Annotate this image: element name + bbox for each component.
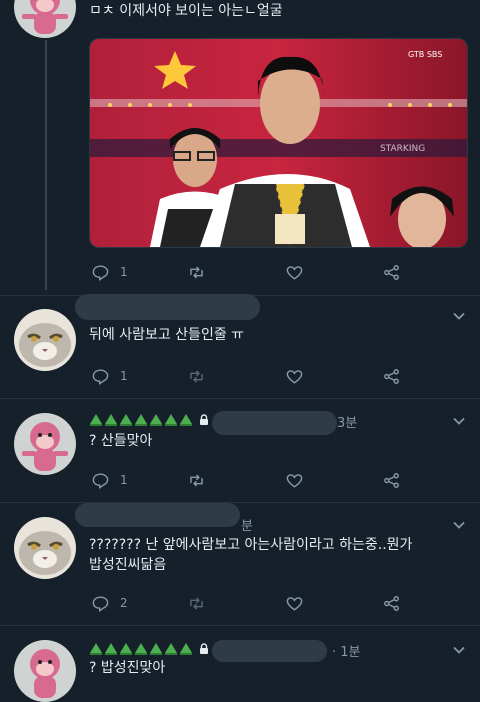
redacted-handle [212,640,327,662]
avatar-cat[interactable] [14,517,76,579]
green-tree-emoji-icon [165,414,177,426]
green-tree-emoji-icon [180,414,192,426]
like-icon [286,265,303,280]
tweet-time[interactable]: · 1분 [332,641,361,660]
media-logo-text: GTB SBS [408,50,442,59]
lock-icon [200,414,208,425]
tweet-text-line1: ??????? 난 앞에사람보고 아는사람이라고 하는중..뭔가 [89,537,413,553]
tweet-actions: 2 [89,593,419,613]
retweet-button[interactable] [187,262,206,282]
tweet-actions: 1 [89,262,419,282]
green-tree-emoji-icon [135,414,147,426]
share-icon [384,595,399,611]
green-tree-emoji-icon [120,414,132,426]
retweet-button[interactable] [187,470,206,490]
green-tree-emoji-icon [180,643,192,655]
like-button[interactable] [285,366,304,386]
like-button[interactable] [285,593,304,613]
green-tree-emoji-icon [120,643,132,655]
thread-line [45,40,47,290]
share-button[interactable] [382,262,401,282]
like-icon [286,473,303,488]
tweet-text-line2: 밥성진씨닮음 [89,557,167,573]
green-tree-emoji-icon [150,643,162,655]
reply-button[interactable]: 2 [91,593,128,613]
green-tree-emoji-icon [105,643,117,655]
retweet-icon [190,596,203,610]
redacted-handle [212,411,337,435]
tweet-actions: 1 [89,470,419,490]
reply-button[interactable]: 1 [91,262,128,282]
lock-icon [200,643,208,654]
share-icon [384,472,399,488]
reply-count: 1 [120,369,128,383]
retweet-icon [190,369,203,383]
reply-count: 1 [120,265,128,279]
green-tree-emoji-icon [90,643,102,655]
like-button[interactable] [285,262,304,282]
reply-count: 2 [120,596,128,610]
reply-icon [92,264,109,281]
like-icon [286,596,303,611]
tweet-header [89,640,212,658]
tweet-time[interactable]: 3분 [337,412,357,431]
tweet-text: ? 밥성진맞아 [89,660,166,676]
redacted-username [75,503,240,527]
chevron-down-icon[interactable] [452,414,466,428]
chevron-down-icon[interactable] [452,518,466,532]
avatar-monkey[interactable] [14,0,76,38]
retweet-icon [190,265,203,279]
tweet-text: ㅁㅊ 이제서야 보이는 아는ㄴ얼굴 [89,3,283,19]
like-button[interactable] [285,470,304,490]
green-tree-emoji-icon [165,643,177,655]
share-button[interactable] [382,593,401,613]
green-tree-emoji-icon [90,414,102,426]
tweet-divider [0,502,480,503]
avatar-cat[interactable] [14,309,76,371]
avatar-monkey[interactable] [14,640,76,702]
share-icon [384,264,399,280]
reply-icon [92,595,109,612]
share-button[interactable] [382,470,401,490]
reply-count: 1 [120,473,128,487]
retweet-button[interactable] [187,593,206,613]
like-icon [286,369,303,384]
share-icon [384,368,399,384]
reply-icon [92,472,109,489]
tweet-divider [0,625,480,626]
redacted-username [75,294,260,320]
tweet-actions: 1 [89,366,419,386]
tweet-text: 뒤에 사람보고 산들인줄 ㅠ [89,327,245,343]
reply-button[interactable]: 1 [91,366,128,386]
green-tree-emoji-icon [105,414,117,426]
retweet-icon [190,473,203,487]
name-emoji-badges [89,642,212,656]
share-button[interactable] [382,366,401,386]
tweet-media-image[interactable]: STARKING GTB SBS [89,38,468,248]
tweet-header [89,411,212,429]
tweet-divider [0,398,480,399]
green-tree-emoji-icon [135,643,147,655]
green-tree-emoji-icon [150,414,162,426]
retweet-button[interactable] [187,366,206,386]
chevron-down-icon[interactable] [452,309,466,323]
media-caption-text: STARKING [380,144,425,154]
chevron-down-icon[interactable] [452,643,466,657]
avatar-monkey[interactable] [14,413,76,475]
reply-icon [92,368,109,385]
reply-button[interactable]: 1 [91,470,128,490]
tweet-text: ? 산들맞아 [89,433,153,449]
name-emoji-badges [89,413,212,427]
tweet-time[interactable]: 분 [241,515,253,534]
